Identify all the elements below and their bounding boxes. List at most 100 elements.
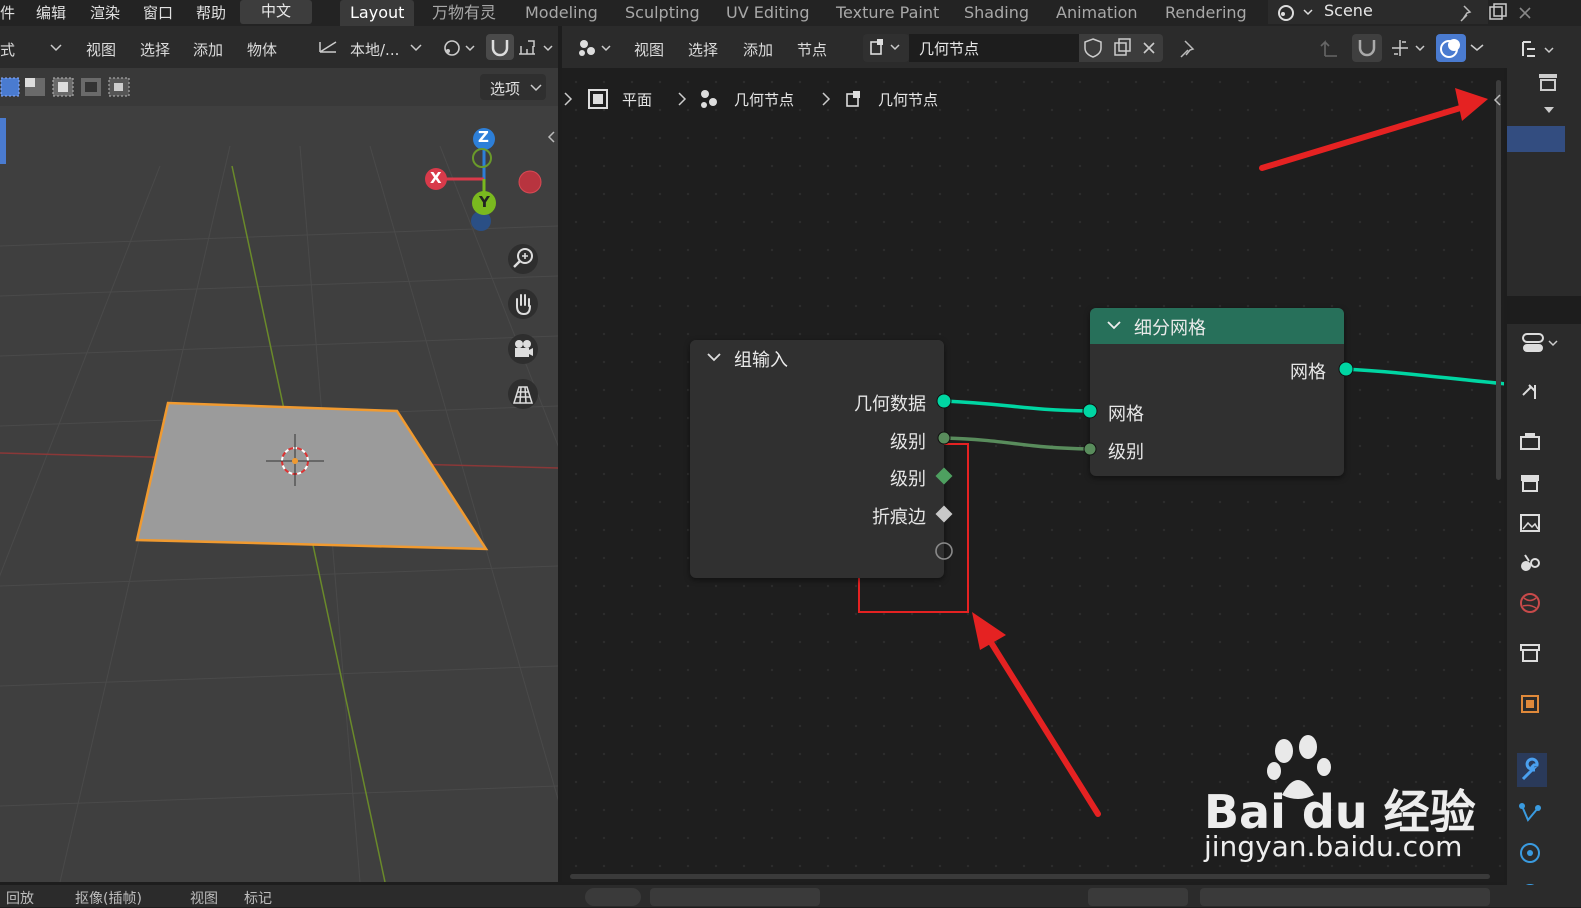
subdivide-sockets[interactable]	[1076, 354, 1360, 464]
tab-wanwu[interactable]: 万物有灵	[422, 0, 506, 26]
outliner-selected-row[interactable]	[1507, 126, 1565, 152]
viewport-menu-add[interactable]: 添加	[193, 39, 223, 60]
subdivide-header[interactable]: 细分网格	[1090, 308, 1344, 344]
perspective-toggle-button[interactable]	[508, 379, 538, 409]
transform-orientation-icon	[319, 41, 337, 53]
pan-button[interactable]	[508, 289, 538, 319]
menu-render[interactable]: 渲染	[90, 2, 120, 23]
selection-mode-icons[interactable]	[0, 76, 140, 100]
node-tree-browse[interactable]	[863, 34, 909, 62]
properties-tabs[interactable]	[1517, 381, 1547, 901]
socket-level-in	[1083, 442, 1097, 456]
chevron-down-icon	[50, 44, 62, 52]
scene-selector[interactable]	[1268, 0, 1488, 24]
snap-target-icon[interactable]	[516, 36, 558, 60]
particles-tab-icon	[1519, 803, 1541, 822]
auto-keying-toggle[interactable]	[585, 888, 641, 906]
chevron-down-icon	[410, 44, 422, 52]
timeline-header: 回放 抠像(插帧) 视图 标记	[0, 885, 1581, 907]
language-button[interactable]: 中文	[240, 0, 312, 24]
viewport-menu-view[interactable]: 视图	[86, 39, 116, 60]
chevron-down-icon[interactable]	[1470, 44, 1484, 52]
pivot-icon[interactable]	[440, 36, 480, 60]
magnet-icon	[491, 40, 509, 57]
options-label: 选项	[490, 80, 521, 98]
properties-column	[1507, 26, 1581, 901]
pin-icon[interactable]	[1176, 38, 1200, 60]
socket-geometry	[936, 393, 952, 409]
socket-empty	[935, 542, 953, 560]
node-menu-node[interactable]: 节点	[797, 39, 827, 60]
timeline-menu-playback[interactable]: 回放	[6, 888, 34, 908]
tab-sculpting[interactable]: Sculpting	[615, 0, 710, 26]
parent-node-tree-icon[interactable]	[1317, 36, 1347, 60]
tab-uv-editing[interactable]: UV Editing	[716, 0, 819, 26]
object-origin	[292, 458, 298, 464]
frame-range-fields[interactable]	[1200, 888, 1490, 906]
transform-orientation-select[interactable]: 本地/...	[350, 39, 399, 60]
vertical-scrollbar[interactable]	[1496, 80, 1501, 480]
node-snap-target-icon[interactable]	[1388, 36, 1432, 60]
node-tree-name: 几何节点	[919, 40, 980, 58]
socket-mesh-in	[1082, 403, 1098, 419]
tab-shading[interactable]: Shading	[954, 0, 1039, 26]
options-dropdown[interactable]: 选项	[480, 74, 546, 100]
tab-modeling[interactable]: Modeling	[515, 0, 608, 26]
collapse-sidebar-icon[interactable]	[545, 130, 557, 144]
overlay-icon	[1440, 39, 1460, 58]
overlays-toggle[interactable]	[1436, 34, 1466, 62]
menu-help[interactable]: 帮助	[196, 2, 226, 23]
snap-toggle[interactable]	[486, 34, 514, 60]
outliner-editor-type-icon[interactable]	[1519, 38, 1563, 62]
node-menu-add[interactable]: 添加	[743, 39, 773, 60]
menu-file[interactable]: 件	[0, 2, 15, 23]
editor-type-icon[interactable]	[576, 36, 616, 60]
magnet-icon	[1358, 40, 1376, 57]
tab-rendering[interactable]: Rendering	[1155, 0, 1257, 26]
node-menu-select[interactable]: 选择	[688, 39, 718, 60]
3d-viewport[interactable]: Z X Y	[0, 106, 558, 882]
subdivide-title: 细分网格	[1134, 318, 1206, 339]
filter-icon[interactable]	[1537, 72, 1561, 92]
tab-animation[interactable]: Animation	[1046, 0, 1148, 26]
camera-view-button[interactable]	[508, 334, 538, 364]
timeline-menu-marker[interactable]: 标记	[244, 888, 272, 908]
chevron-down-icon[interactable]	[706, 352, 722, 364]
socket-level-diamond	[935, 467, 953, 485]
chevron-down-icon[interactable]	[1106, 320, 1122, 332]
node-menu-view[interactable]: 视图	[634, 39, 664, 60]
group-input-node[interactable]: 组输入 几何数据 级别 级别 折痕边	[690, 340, 944, 578]
horizontal-scrollbar[interactable]	[570, 874, 1490, 879]
group-input-sockets[interactable]	[930, 386, 958, 606]
timeline-menu-keying[interactable]: 抠像(插帧)	[75, 888, 142, 908]
mode-selector[interactable]: 式	[0, 39, 15, 60]
viewport-menu-select[interactable]: 选择	[140, 39, 170, 60]
node-editor-canvas[interactable]: 平面 几何节点 几何节点 组输入 几何数据 级别 级别 折痕边 细分网格 网格 …	[562, 68, 1504, 882]
toolbar-active-tool[interactable]	[0, 118, 6, 164]
grid-perspective-icon	[512, 386, 534, 404]
hand-icon	[516, 294, 531, 316]
tab-texture-paint[interactable]: Texture Paint	[826, 0, 949, 26]
object-tab-icon	[1521, 695, 1539, 713]
physics-tab-icon	[1520, 843, 1540, 863]
chevron-down-icon[interactable]	[1543, 106, 1555, 116]
sidebar-expand-icon[interactable]	[1492, 93, 1502, 107]
output-crease-label: 折痕边	[872, 507, 926, 528]
zoom-button[interactable]	[508, 244, 538, 274]
scene-actions	[1460, 3, 1531, 22]
selected-plane-object	[135, 401, 489, 551]
timeline-menu-view[interactable]: 视图	[190, 888, 218, 908]
annotation-arrow-upper	[1259, 88, 1488, 171]
menu-window[interactable]: 窗口	[143, 2, 173, 23]
viewport-menu-object[interactable]: 物体	[247, 39, 277, 60]
tab-layout[interactable]: Layout	[340, 0, 415, 26]
properties-editor-type-icon[interactable]	[1521, 330, 1565, 356]
node-snap-toggle[interactable]	[1352, 34, 1382, 62]
playback-controls[interactable]	[650, 888, 820, 906]
group-input-header[interactable]: 组输入	[690, 340, 944, 376]
node-tree-actions[interactable]	[1079, 34, 1163, 62]
menu-edit[interactable]: 编辑	[36, 2, 66, 23]
scene-icon	[1278, 5, 1313, 21]
current-frame-field[interactable]	[1088, 888, 1188, 906]
node-tree-name-field[interactable]: 几何节点	[909, 34, 1079, 62]
